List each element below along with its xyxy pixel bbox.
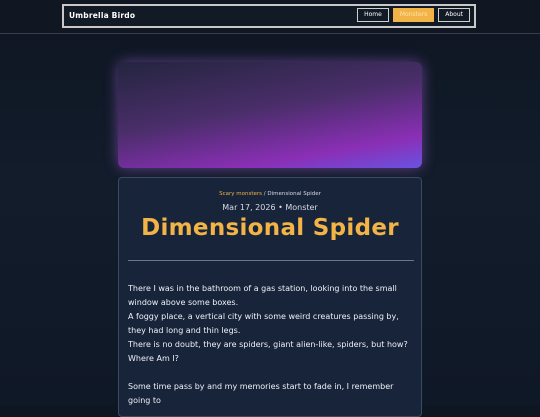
nav-monsters-link[interactable]: Monsters bbox=[392, 8, 435, 22]
breadcrumb: Scary monsters / Dimensional Spider bbox=[119, 191, 421, 197]
paragraph: A foggy place, a vertical city with some… bbox=[128, 312, 399, 335]
post-title: Dimensional Spider bbox=[141, 215, 399, 241]
top-bar: Umbrella Birdo Home Monsters About bbox=[0, 0, 540, 34]
nav-links: Home Monsters About bbox=[357, 8, 470, 22]
nav-home-link[interactable]: Home bbox=[357, 8, 389, 22]
breadcrumb-current: Dimensional Spider bbox=[267, 191, 321, 197]
paragraph: Some time pass by and my memories start … bbox=[128, 382, 394, 405]
post-meta: Mar 17, 2026 • Monster bbox=[222, 203, 318, 212]
post-card: Scary monsters / Dimensional Spider Mar … bbox=[118, 177, 422, 417]
breadcrumb-separator: / bbox=[263, 191, 266, 197]
navbar: Umbrella Birdo Home Monsters About bbox=[62, 4, 476, 28]
breadcrumb-parent-link[interactable]: Scary monsters bbox=[219, 191, 262, 197]
post-body: There I was in the bathroom of a gas sta… bbox=[128, 282, 416, 408]
paragraph: There is no doubt, they are spiders, gia… bbox=[128, 340, 408, 363]
hero-image bbox=[118, 62, 422, 168]
paragraph: There I was in the bathroom of a gas sta… bbox=[128, 284, 397, 307]
nav-about-link[interactable]: About bbox=[438, 8, 470, 22]
title-divider bbox=[128, 260, 414, 261]
site-brand[interactable]: Umbrella Birdo bbox=[69, 11, 135, 20]
